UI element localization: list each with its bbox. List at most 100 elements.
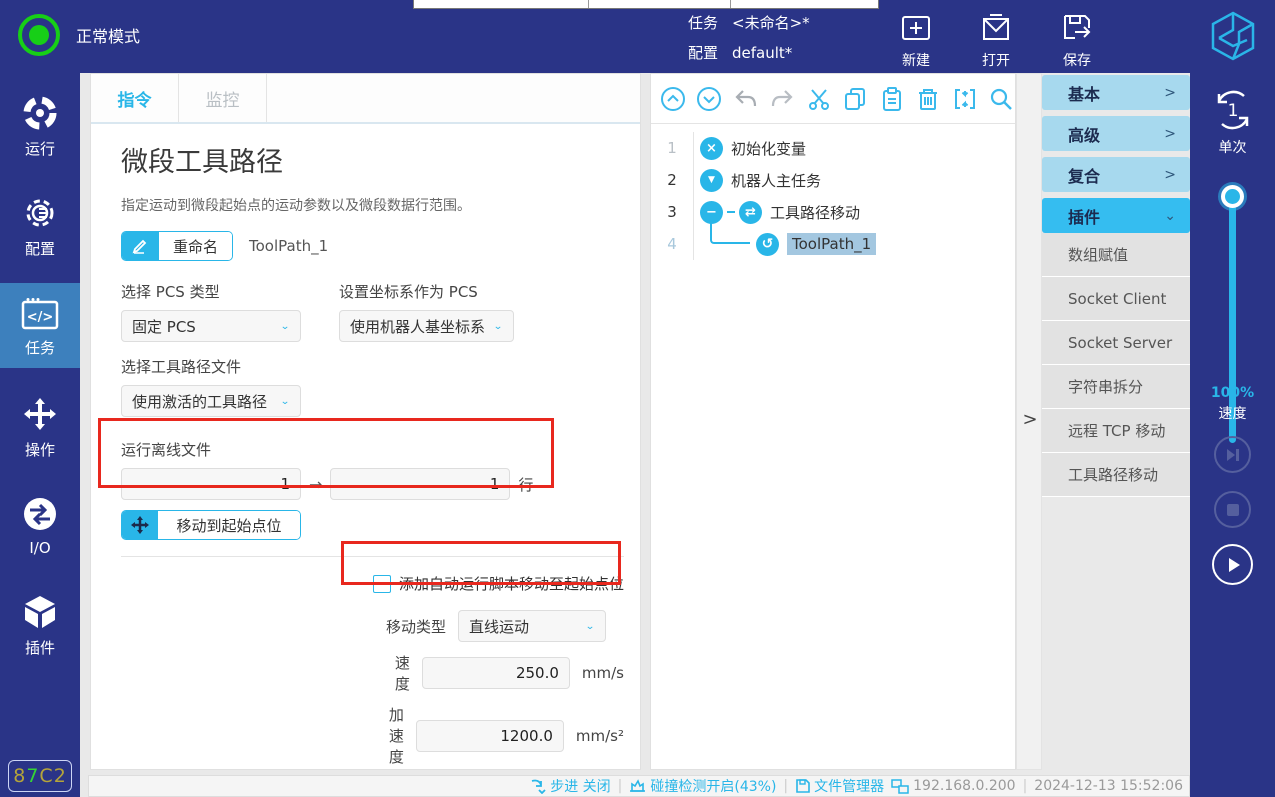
undo-button[interactable] xyxy=(732,84,760,114)
category-advanced[interactable]: 高级 > xyxy=(1042,116,1190,151)
gear-icon xyxy=(21,194,59,232)
tab-monitor[interactable]: 监控 xyxy=(179,74,267,122)
code-window-icon: </> xyxy=(20,297,60,331)
tab-instruction[interactable]: 指令 xyxy=(91,74,179,122)
tree-row-toolpath-move[interactable]: 3 − ⇄ 工具路径移动 xyxy=(651,196,1015,228)
sidebar-item-operate[interactable]: 操作 xyxy=(0,391,80,460)
tree-toolbar xyxy=(651,74,1015,124)
safety-code-badge[interactable]: 87C2 xyxy=(8,760,72,792)
badge-char: 7 xyxy=(26,765,39,787)
line-number: 1 xyxy=(651,139,693,157)
stop-button[interactable] xyxy=(1214,491,1251,528)
search-button[interactable] xyxy=(988,84,1016,114)
tree-row-toolpath-1[interactable]: 4 ↺ ToolPath_1 xyxy=(651,228,1015,260)
pencil-icon xyxy=(122,232,158,260)
rename-label: 重命名 xyxy=(158,232,232,260)
toolpath-file-label: 选择工具路径文件 xyxy=(121,356,624,377)
plugin-item-socket-client[interactable]: Socket Client xyxy=(1042,277,1190,321)
task-config-info: 任务<未命名>* 配置default* xyxy=(688,10,810,70)
new-task-button[interactable]: 新建 xyxy=(884,10,948,70)
cut-button[interactable] xyxy=(805,84,833,114)
pcs-frame-select[interactable]: 使用机器人基坐标系 ⌄ xyxy=(339,310,514,342)
rename-button[interactable]: 重命名 xyxy=(121,231,233,261)
status-bar: 步进 关闭 | 碰撞检测开启(43%) | 文件管理器 192.168.0.20… xyxy=(88,775,1190,797)
open-task-button[interactable]: 打开 xyxy=(964,10,1028,70)
sidebar-item-plugin[interactable]: 插件 xyxy=(0,589,80,658)
collapse-node-icon[interactable]: − xyxy=(700,201,723,224)
new-file-icon xyxy=(898,10,934,46)
auto-run-checkbox[interactable] xyxy=(373,575,391,593)
mode-label: 正常模式 xyxy=(76,23,140,47)
chevron-right-icon: > xyxy=(1164,167,1176,183)
collision-detect-status[interactable]: 碰撞检测开启(43%) xyxy=(629,776,776,796)
pcs-type-select[interactable]: 固定 PCS ⌄ xyxy=(121,310,301,342)
speed-input[interactable] xyxy=(422,657,570,689)
badge-char: 8 xyxy=(13,765,26,787)
redo-button[interactable] xyxy=(769,84,797,114)
tree-row-main-task[interactable]: 2 ▼ 机器人主任务 xyxy=(651,164,1015,196)
plugin-item-toolpath-move[interactable]: 工具路径移动 xyxy=(1042,453,1190,497)
chevron-right-icon: > xyxy=(1164,126,1176,142)
collision-icon xyxy=(629,778,646,794)
sidebar-item-label: 插件 xyxy=(25,639,55,657)
svg-text:</>: </> xyxy=(27,310,54,325)
chevron-down-icon: ⌄ xyxy=(1164,208,1176,224)
single-run-icon[interactable]: 1 xyxy=(1210,87,1256,133)
circle-chevron-up-icon xyxy=(660,86,686,112)
category-composite[interactable]: 复合 > xyxy=(1042,157,1190,192)
step-icon xyxy=(530,778,546,794)
io-icon xyxy=(21,495,59,533)
tree-node-label: 工具路径移动 xyxy=(770,202,860,223)
tree-node-label: 初始化变量 xyxy=(731,138,806,159)
file-manager-button[interactable]: 文件管理器 xyxy=(795,776,884,796)
step-forward-button[interactable] xyxy=(1214,436,1251,473)
tree-row-init[interactable]: 1 × 初始化变量 xyxy=(651,132,1015,164)
category-plugin[interactable]: 插件 ⌄ xyxy=(1042,198,1190,233)
skip-icon xyxy=(1224,446,1242,464)
sidebar-item-task[interactable]: </> 任务 xyxy=(0,283,80,368)
pcs-type-value: 固定 PCS xyxy=(132,316,196,337)
plugin-item-socket-server[interactable]: Socket Server xyxy=(1042,321,1190,365)
panel-splitter: > xyxy=(1016,73,1042,770)
toolpath-file-select[interactable]: 使用激活的工具路径 ⌄ xyxy=(121,385,301,417)
save-task-button[interactable]: 保存 xyxy=(1045,10,1109,70)
move-to-start-button[interactable]: 移动到起始点位 xyxy=(121,510,301,540)
delete-button[interactable] xyxy=(915,84,943,114)
move-type-select[interactable]: 直线运动 ⌄ xyxy=(458,610,606,642)
sidebar-item-config[interactable]: 配置 xyxy=(0,190,80,259)
acceleration-input[interactable] xyxy=(416,720,564,752)
brand-logo-icon xyxy=(1209,10,1257,66)
program-tree: 1 × 初始化变量 2 ▼ 机器人主任务 3 − ⇄ 工具路径移动 4 xyxy=(651,124,1015,260)
sidebar-item-run[interactable]: 运行 xyxy=(0,90,80,159)
chevron-down-icon: ⌄ xyxy=(493,320,503,331)
copy-button[interactable] xyxy=(842,84,870,114)
robot-status-icon[interactable] xyxy=(18,14,60,56)
step-mode-status[interactable]: 步进 关闭 xyxy=(530,776,610,796)
move-arrows-icon xyxy=(122,511,158,539)
category-basic[interactable]: 基本 > xyxy=(1042,75,1190,110)
sidebar-item-io[interactable]: I/O xyxy=(0,491,80,557)
page-title: 微段工具路径 xyxy=(121,140,624,179)
collapse-all-button[interactable] xyxy=(659,84,687,114)
speed-slider-knob[interactable] xyxy=(1221,185,1244,208)
sidebar-item-label: 运行 xyxy=(25,140,55,158)
collision-detect-label: 碰撞检测开启(43%) xyxy=(650,776,776,796)
init-variable-icon: × xyxy=(700,137,723,160)
insert-button[interactable] xyxy=(951,84,979,114)
plugin-item-remote-tcp-move[interactable]: 远程 TCP 移动 xyxy=(1042,409,1190,453)
expand-panel-button[interactable]: > xyxy=(1017,399,1043,439)
play-button[interactable] xyxy=(1212,544,1253,585)
offline-to-input[interactable] xyxy=(330,468,510,500)
circle-chevron-down-icon xyxy=(696,86,722,112)
plugin-item-string-split[interactable]: 字符串拆分 xyxy=(1042,365,1190,409)
separator: | xyxy=(1023,778,1028,794)
move-type-label: 移动类型 xyxy=(386,616,446,637)
chevron-down-icon: ⌄ xyxy=(585,620,595,631)
offline-from-input[interactable] xyxy=(121,468,301,500)
badge-char: C xyxy=(39,765,53,787)
plugin-item-array-assign[interactable]: 数组赋值 xyxy=(1042,233,1190,277)
network-icon xyxy=(891,778,909,794)
paste-button[interactable] xyxy=(878,84,906,114)
expand-all-button[interactable] xyxy=(696,84,724,114)
pcs-frame-value: 使用机器人基坐标系 xyxy=(350,316,485,337)
